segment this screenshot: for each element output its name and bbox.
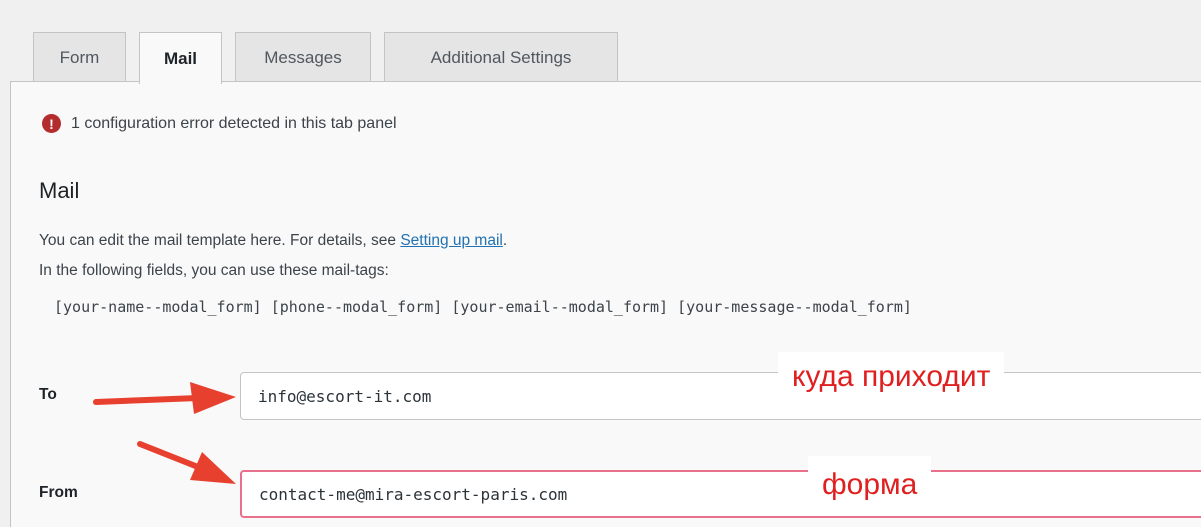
arrow-to-field-from [137, 441, 236, 484]
tab-mail[interactable]: Mail [139, 32, 222, 84]
arrow-to-field-to [93, 382, 236, 414]
